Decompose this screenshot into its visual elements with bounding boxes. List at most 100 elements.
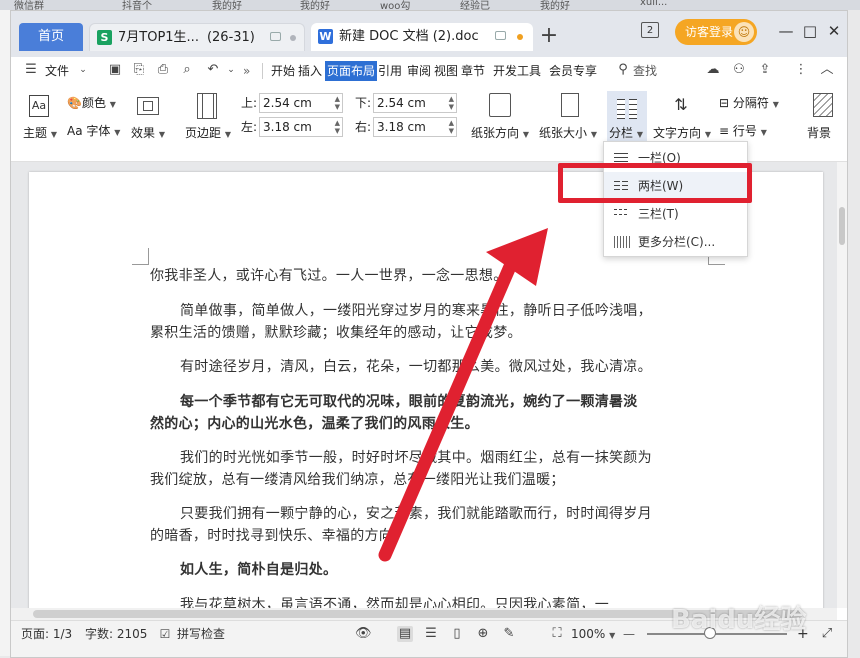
tab-spreadsheet[interactable]: S 7月TOP1生... (26-31) — [89, 23, 305, 51]
tab-title: 7月TOP1生... (26-31) — [118, 30, 255, 45]
effects-button[interactable]: 效果 ▼ — [131, 124, 165, 141]
annotation-highlight-box — [558, 163, 752, 203]
close-icon[interactable]: ✕ — [823, 21, 845, 41]
orientation-icon[interactable] — [489, 93, 511, 117]
avatar-icon: ☺ — [734, 22, 754, 42]
print-icon[interactable]: ⎙ — [155, 62, 171, 78]
spreadsheet-icon: S — [97, 30, 112, 45]
hamburger-icon[interactable]: ☰ — [23, 62, 39, 78]
search-icon[interactable]: ⚲ — [615, 62, 631, 78]
reading-view-icon[interactable]: ▯ — [449, 626, 465, 642]
eye-icon[interactable]: 👁 — [355, 626, 372, 642]
margins-button[interactable]: 页边距 ▼ — [185, 124, 231, 141]
more-icon[interactable]: » — [243, 57, 250, 85]
columns-label: 分栏 ▼ — [609, 126, 643, 140]
paragraph-line: 我们的时光恍如季节一般，时好时坏尽藏其中。烟雨红尘，总有一抹笑颜为 — [180, 450, 652, 466]
menu-tab-developer[interactable]: 开发工具 — [493, 57, 541, 85]
checkbox-icon[interactable]: ☑ — [157, 626, 173, 642]
top-margin-input[interactable]: 2.54 cm ▲ ▼ — [259, 93, 343, 113]
tab-window-icon[interactable] — [270, 32, 281, 41]
print-preview-icon[interactable]: ⌕ — [179, 62, 195, 78]
background-tab[interactable]: 我的好 — [212, 0, 242, 10]
background-tab[interactable]: 抖音个 — [122, 0, 152, 10]
paragraph-line: 如人生，简朴自是归处。 — [180, 562, 338, 578]
title-bar: 首页 S 7月TOP1生... (26-31) W 新建 DOC 文档 (2).d… — [11, 11, 847, 57]
zoom-out-icon[interactable]: — — [623, 621, 635, 647]
effects-icon[interactable] — [137, 97, 159, 115]
theme-icon[interactable]: Aa — [29, 95, 49, 117]
window-count-icon[interactable]: 2 — [641, 22, 659, 38]
tab-document[interactable]: W 新建 DOC 文档 (2).doc — [311, 23, 533, 51]
writer-doc-icon: W — [318, 29, 333, 44]
format-painter-icon[interactable]: ⎘ — [131, 62, 147, 78]
visitor-login-button[interactable]: 访客登录 ☺ — [675, 19, 757, 45]
menu-tab-references[interactable]: 引用 — [378, 57, 402, 85]
background-tab[interactable]: 我的好 — [300, 0, 330, 10]
menu-item-more-columns[interactable]: 更多分栏(C)... — [604, 228, 747, 256]
menu-file[interactable]: 文件 — [45, 57, 69, 85]
menu-tab-home[interactable]: 开始 — [271, 57, 295, 85]
chevron-down-icon[interactable]: ⌄ — [75, 62, 91, 78]
color-button[interactable]: 🎨颜色 ▼ — [67, 94, 116, 111]
share-user-icon[interactable]: ⚇ — [731, 62, 747, 78]
background-tab[interactable]: 我的好 — [540, 0, 570, 10]
search-button[interactable]: 查找 — [633, 57, 657, 85]
margins-icon[interactable] — [197, 93, 217, 119]
menu-tab-review[interactable]: 审阅 — [407, 57, 431, 85]
write-view-icon[interactable]: ✎ — [501, 626, 517, 642]
web-view-icon[interactable]: ⊕ — [475, 626, 491, 642]
cloud-icon[interactable]: ☁ — [705, 62, 721, 78]
minimize-icon[interactable]: — — [775, 21, 797, 41]
outline-view-icon[interactable]: ☰ — [423, 626, 439, 642]
right-margin-label: 右: — [355, 120, 372, 134]
undo-icon[interactable]: ↶ — [205, 62, 221, 78]
chevron-down-icon[interactable]: ⌄ — [223, 62, 239, 78]
paragraph-line: 每一个季节都有它无可取代的况味，眼前的夏韵流光，婉约了一颗清暑淡 — [180, 394, 638, 410]
unsaved-dot-icon — [517, 34, 523, 40]
page-view-icon[interactable]: ▤ — [397, 626, 413, 642]
page-background-button[interactable]: 背景 — [807, 124, 831, 141]
save-icon[interactable]: ▣ — [107, 62, 123, 78]
maximize-icon[interactable]: □ — [799, 21, 821, 41]
menu-tab-page-layout[interactable]: 页面布局 — [325, 61, 378, 81]
spellcheck-toggle[interactable]: 拼写检查 — [177, 621, 225, 647]
theme-button[interactable]: 主题 ▼ — [23, 124, 57, 141]
word-count[interactable]: 字数: 2105 — [85, 621, 147, 647]
background-tab-strip: 微信群 抖音个 我的好 我的好 woo勾 经验已 我的好 xuli... — [0, 0, 860, 10]
page-background-icon[interactable] — [813, 93, 833, 117]
right-margin-input[interactable]: 3.18 cm ▲ ▼ — [373, 117, 457, 137]
text-direction-button[interactable]: 文字方向 ▼ — [653, 124, 711, 141]
zoom-level[interactable]: 100% ▼ — [571, 621, 615, 649]
watermark: Baidu经验 — [671, 605, 807, 635]
tab-window-icon[interactable] — [495, 31, 506, 40]
separator-button[interactable]: ⊟ 分隔符 ▼ — [719, 94, 779, 111]
menu-tab-view[interactable]: 视图 — [434, 57, 458, 85]
new-tab-button[interactable]: + — [537, 25, 561, 49]
columns-icon — [617, 97, 637, 119]
text-direction-icon[interactable]: ⇅ — [671, 93, 691, 117]
orientation-button[interactable]: 纸张方向 ▼ — [471, 124, 529, 141]
background-tab[interactable]: 经验已 — [460, 0, 490, 10]
fullscreen-icon[interactable]: ⤢ — [819, 626, 835, 642]
page-indicator[interactable]: 页面: 1/3 — [21, 621, 72, 647]
line-number-button[interactable]: ≡ 行号 ▼ — [719, 122, 767, 139]
vertical-scrollbar-thumb[interactable] — [839, 207, 845, 245]
share-icon[interactable]: ⇪ — [757, 62, 773, 78]
background-tab[interactable]: woo勾 — [380, 0, 410, 10]
font-scheme-button[interactable]: Aa 字体 ▼ — [67, 122, 120, 139]
collapse-ribbon-icon[interactable]: ︿ — [819, 62, 835, 78]
menu-tab-member[interactable]: 会员专享 — [549, 57, 597, 85]
paper-size-icon[interactable] — [561, 93, 579, 117]
background-tab[interactable]: 微信群 — [14, 0, 44, 10]
menu-tab-sections[interactable]: 章节 — [461, 57, 485, 85]
tab-home[interactable]: 首页 — [19, 23, 83, 51]
menu-tab-insert[interactable]: 插入 — [298, 57, 322, 85]
top-margin-label: 上: — [241, 96, 258, 110]
more-options-icon[interactable]: ⋮ — [793, 62, 809, 78]
paper-size-button[interactable]: 纸张大小 ▼ — [539, 124, 597, 141]
bottom-margin-input[interactable]: 2.54 cm ▲ ▼ — [373, 93, 457, 113]
fit-page-icon[interactable]: ⛶ — [549, 626, 565, 642]
left-margin-input[interactable]: 3.18 cm ▲ ▼ — [259, 117, 343, 137]
menu-item-three-columns[interactable]: 三栏(T) — [604, 200, 747, 228]
background-tab[interactable]: xuli... — [640, 0, 667, 8]
